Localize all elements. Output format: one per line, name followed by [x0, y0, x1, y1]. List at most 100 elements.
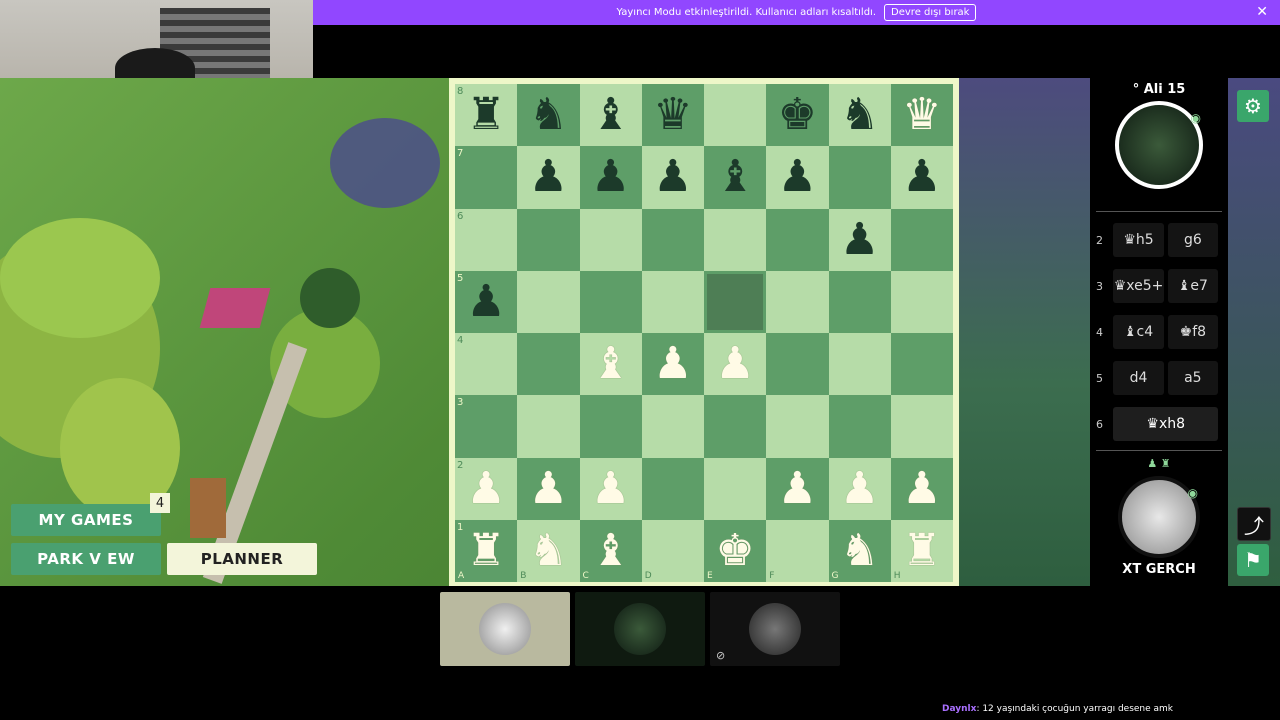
player-avatar[interactable]: ◉	[1118, 476, 1200, 558]
square-h1[interactable]: H ♜	[890, 519, 953, 582]
black-pawn-piece[interactable]: ♟	[653, 155, 692, 199]
square-e3[interactable]	[704, 395, 767, 458]
white-rook-piece[interactable]: ♜	[902, 528, 941, 573]
square-a3[interactable]: 3	[455, 395, 518, 458]
white-pawn-piece[interactable]: ♟	[715, 342, 754, 386]
player-thumbnail-forest[interactable]	[575, 592, 705, 666]
square-b5[interactable]	[517, 270, 580, 333]
white-knight-piece[interactable]: ♞	[529, 528, 568, 573]
black-knight-piece[interactable]: ♞	[529, 93, 568, 137]
square-h4[interactable]	[890, 333, 953, 396]
black-bishop-piece[interactable]: ♝	[715, 155, 754, 199]
white-move[interactable]: ♛h5	[1113, 223, 1164, 257]
disable-button[interactable]: Devre dışı bırak	[884, 4, 977, 21]
park-view-button[interactable]: PARK V EW	[11, 543, 161, 575]
white-pawn-piece[interactable]: ♟	[529, 466, 568, 511]
square-e8[interactable]	[704, 84, 767, 147]
square-f3[interactable]	[766, 395, 829, 458]
black-pawn-piece[interactable]: ♟	[840, 217, 879, 262]
square-f8[interactable]: ♚	[766, 84, 829, 147]
chess-board[interactable]: 8 ♜ ♞ ♝ ♛ ♚ ♞ ♛ 7 ♟ ♟ ♟ ♝ ♟ ♟ 6 ♟ 5 ♟ 4 ♝ ♟ ♟ 3 2 ♟ ♟ ♟ ♟ ♟ ♟ 1 A ♜ B ♞ C ♝ D E…	[455, 84, 953, 582]
square-c3[interactable]	[579, 395, 642, 458]
square-e7[interactable]: ♝	[704, 146, 767, 209]
white-move[interactable]: ♝c4	[1113, 315, 1164, 349]
black-knight-piece[interactable]: ♞	[840, 93, 879, 137]
square-b8[interactable]: ♞	[517, 84, 580, 147]
square-g7[interactable]	[828, 146, 891, 209]
square-c7[interactable]: ♟	[579, 146, 642, 209]
square-f1[interactable]: F	[766, 519, 829, 582]
square-d1[interactable]: D	[641, 519, 704, 582]
square-c1[interactable]: C ♝	[579, 519, 642, 582]
square-g2[interactable]: ♟	[828, 457, 891, 520]
square-d2[interactable]	[641, 457, 704, 520]
white-pawn-piece[interactable]: ♟	[653, 342, 692, 386]
square-c2[interactable]: ♟	[579, 457, 642, 520]
square-d8[interactable]: ♛	[641, 84, 704, 147]
black-rook-piece[interactable]: ♜	[466, 93, 505, 137]
square-h3[interactable]	[890, 395, 953, 458]
square-e6[interactable]	[704, 208, 767, 271]
flag-icon[interactable]: ⚑	[1237, 544, 1269, 576]
square-c6[interactable]	[579, 208, 642, 271]
black-pawn-piece[interactable]: ♟	[902, 155, 941, 199]
square-b1[interactable]: B ♞	[517, 519, 580, 582]
white-bishop-piece[interactable]: ♝	[591, 342, 630, 386]
square-f6[interactable]	[766, 208, 829, 271]
black-pawn-piece[interactable]: ♟	[529, 155, 568, 199]
square-f7[interactable]: ♟	[766, 146, 829, 209]
settings-gear-icon[interactable]: ⚙	[1237, 90, 1269, 122]
square-d7[interactable]: ♟	[641, 146, 704, 209]
white-king-piece[interactable]: ♚	[715, 528, 754, 573]
square-f4[interactable]	[766, 333, 829, 396]
square-h7[interactable]: ♟	[890, 146, 953, 209]
black-move[interactable]: ♝e7	[1167, 269, 1218, 303]
player-thumbnail-tiger[interactable]	[440, 592, 570, 666]
square-g1[interactable]: G ♞	[828, 519, 891, 582]
white-pawn-piece[interactable]: ♟	[591, 466, 630, 511]
square-g8[interactable]: ♞	[828, 84, 891, 147]
square-b6[interactable]	[517, 208, 580, 271]
square-e1[interactable]: E ♚	[704, 519, 767, 582]
black-move[interactable]: a5	[1167, 361, 1218, 395]
player-thumbnail-warrior[interactable]: ⊘	[710, 592, 840, 666]
square-e5[interactable]	[704, 270, 767, 333]
square-g5[interactable]	[828, 270, 891, 333]
close-icon[interactable]: ✕	[1256, 4, 1268, 20]
white-bishop-piece[interactable]: ♝	[591, 528, 630, 573]
black-move[interactable]: ♚f8	[1167, 315, 1218, 349]
square-h2[interactable]: ♟	[890, 457, 953, 520]
black-king-piece[interactable]: ♚	[778, 93, 817, 137]
white-knight-piece[interactable]: ♞	[840, 528, 879, 573]
black-pawn-piece[interactable]: ♟	[466, 279, 505, 324]
black-move[interactable]: g6	[1167, 223, 1218, 257]
white-pawn-piece[interactable]: ♟	[778, 466, 817, 511]
square-g4[interactable]	[828, 333, 891, 396]
square-f2[interactable]: ♟	[766, 457, 829, 520]
square-a8[interactable]: 8 ♜	[455, 84, 518, 147]
square-a5[interactable]: 5 ♟	[455, 270, 518, 333]
square-b4[interactable]	[517, 333, 580, 396]
square-c5[interactable]	[579, 270, 642, 333]
square-c8[interactable]: ♝	[579, 84, 642, 147]
square-f5[interactable]	[766, 270, 829, 333]
share-icon[interactable]: ⤴	[1237, 507, 1271, 541]
white-move[interactable]: ♛xe5+	[1113, 269, 1164, 303]
white-pawn-piece[interactable]: ♟	[902, 466, 941, 511]
square-a6[interactable]: 6	[455, 208, 518, 271]
square-b7[interactable]: ♟	[517, 146, 580, 209]
square-c4[interactable]: ♝	[579, 333, 642, 396]
square-h8[interactable]: ♛	[890, 84, 953, 147]
white-pawn-piece[interactable]: ♟	[466, 466, 505, 511]
opponent-avatar[interactable]: ◉	[1115, 101, 1203, 189]
square-g3[interactable]	[828, 395, 891, 458]
square-d3[interactable]	[641, 395, 704, 458]
square-d5[interactable]	[641, 270, 704, 333]
square-a1[interactable]: 1 A ♜	[455, 519, 518, 582]
square-h6[interactable]	[890, 208, 953, 271]
square-e4[interactable]: ♟	[704, 333, 767, 396]
my-games-button[interactable]: MY GAMES	[11, 504, 161, 536]
planner-button[interactable]: PLANNER	[167, 543, 317, 575]
square-d6[interactable]	[641, 208, 704, 271]
square-a2[interactable]: 2 ♟	[455, 457, 518, 520]
